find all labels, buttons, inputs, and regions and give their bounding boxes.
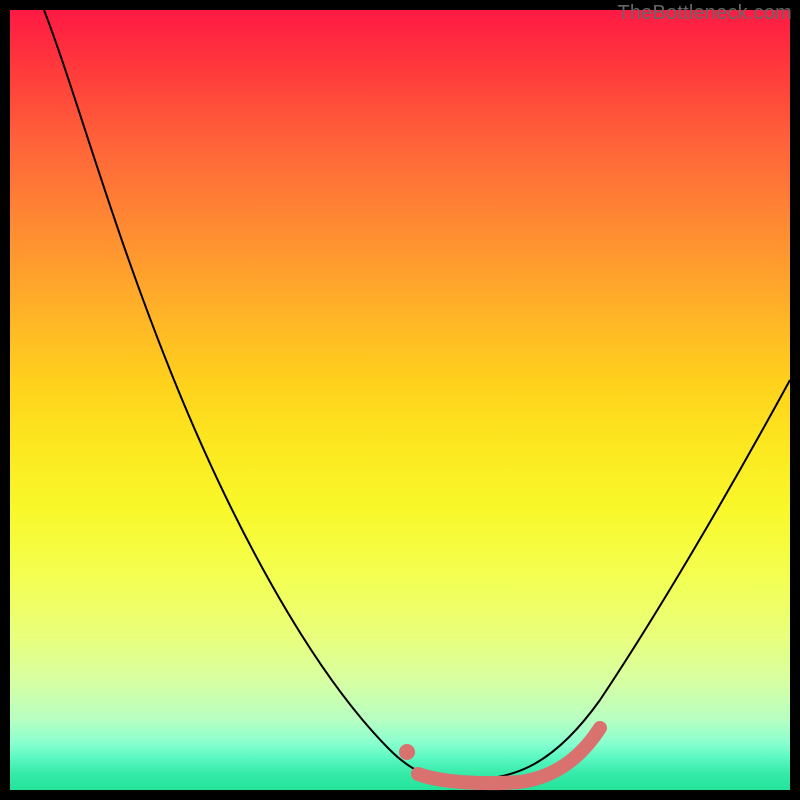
watermark-text: TheBottleneck.com	[617, 2, 792, 25]
chart-svg	[10, 10, 790, 790]
bottleneck-curve	[44, 10, 790, 780]
highlight-dot	[399, 744, 415, 760]
